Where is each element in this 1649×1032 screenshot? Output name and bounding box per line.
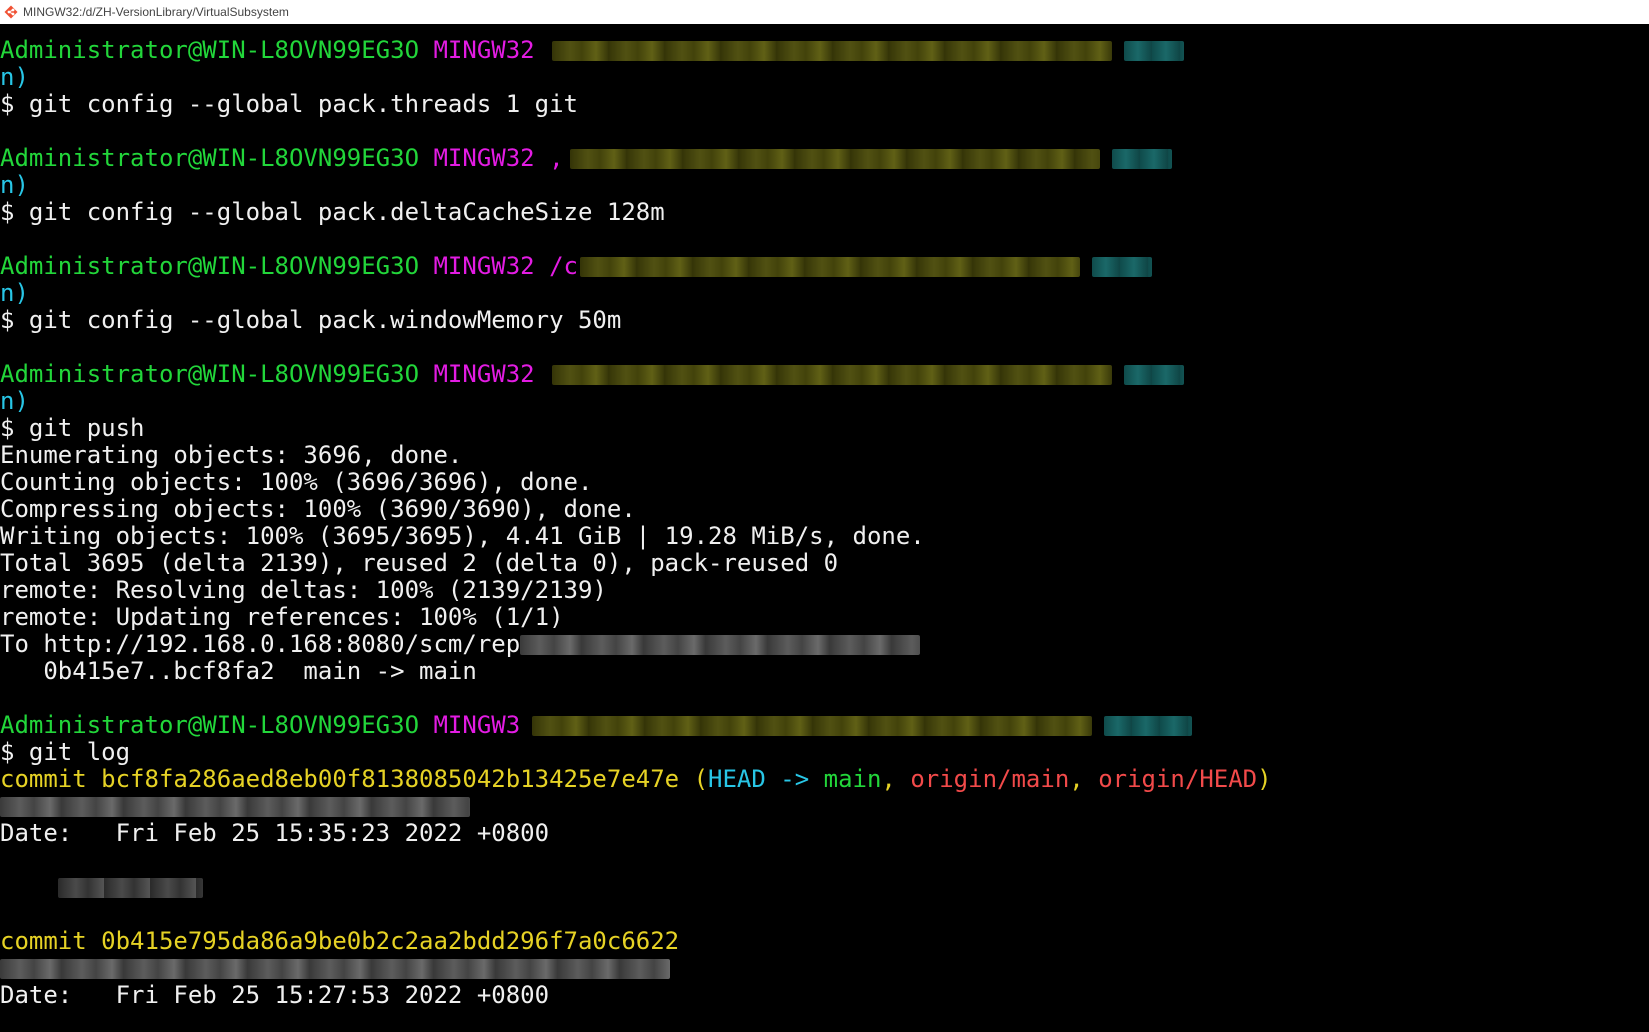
date-line: Date: Fri Feb 25 15:27:53 2022 +0800: [0, 981, 550, 1009]
prompt-user: Administrator@WIN-L8OVN99EG3O: [0, 252, 420, 280]
redacted-author: [0, 797, 470, 817]
push-remote-url: To http://192.168.0.168:8080/scm/rep: [0, 630, 521, 658]
branch-tail: n): [0, 279, 29, 307]
prompt-symbol: $: [0, 90, 15, 118]
title-bar[interactable]: MINGW32:/d/ZH-VersionLibrary/VirtualSubs…: [0, 0, 1649, 24]
prompt-line: Administrator@WIN-L8OVN99EG3O MINGW3: [0, 712, 1649, 739]
head-ref: HEAD ->: [708, 765, 824, 793]
redacted-path: [552, 41, 1113, 61]
command-text: git log: [28, 738, 131, 766]
redacted-branch: [1124, 41, 1185, 61]
branch-tail: n): [0, 171, 29, 199]
prompt-line: Administrator@WIN-L8OVN99EG3O MINGW32 /c: [0, 253, 1649, 280]
output-line: Total 3695 (delta 2139), reused 2 (delta…: [0, 549, 839, 577]
remote-ref: origin/main: [910, 765, 1070, 793]
command-line: $ git config --global pack.deltaCacheSiz…: [0, 199, 1649, 226]
redacted-branch: [1111, 149, 1172, 169]
prompt-env: MINGW32: [433, 36, 535, 64]
branch-tail: n): [0, 387, 29, 415]
redacted-branch: [1124, 365, 1185, 385]
redacted-url: [520, 635, 921, 655]
redacted-path: [569, 149, 1100, 169]
branch-ref: main: [823, 765, 882, 793]
prompt-env: MINGW32: [433, 144, 535, 172]
redacted-path: [580, 257, 1080, 277]
output-line: 0b415e7..bcf8fa2 main -> main: [0, 657, 477, 685]
commit-message-line: [0, 874, 1649, 901]
branch-tail: n): [0, 63, 29, 91]
prompt-line: Administrator@WIN-L8OVN99EG3O MINGW32: [0, 361, 1649, 388]
redacted-path: [552, 365, 1113, 385]
git-bash-icon: [4, 5, 18, 19]
redacted-branch: [1092, 257, 1152, 277]
redacted-message: [58, 878, 203, 898]
author-line: [0, 793, 1649, 820]
prompt-line: Administrator@WIN-L8OVN99EG3O MINGW32: [0, 37, 1649, 64]
prompt-symbol: $: [0, 738, 15, 766]
command-line: $ git log: [0, 739, 1649, 766]
redacted-branch: [1104, 716, 1193, 736]
author-line: [0, 955, 1649, 982]
output-line: Compressing objects: 100% (3690/3690), d…: [0, 495, 636, 523]
prompt-env: MINGW32: [433, 252, 535, 280]
commit-line: commit bcf8fa286aed8eb00f8138085042b1342…: [0, 765, 1272, 793]
prompt-symbol: $: [0, 306, 15, 334]
prompt-env: MINGW3: [433, 711, 521, 739]
command-text: git config --global pack.threads 1 git: [28, 90, 578, 118]
output-line: Writing objects: 100% (3695/3695), 4.41 …: [0, 522, 925, 550]
command-line: $ git push: [0, 415, 1649, 442]
command-line: $ git config --global pack.threads 1 git: [0, 91, 1649, 118]
date-line: Date: Fri Feb 25 15:35:23 2022 +0800: [0, 819, 550, 847]
prompt-user: Administrator@WIN-L8OVN99EG3O: [0, 144, 420, 172]
output-line: remote: Updating references: 100% (1/1): [0, 603, 564, 631]
remote-head-ref: origin/HEAD: [1098, 765, 1258, 793]
redacted-path: [532, 716, 1093, 736]
command-text: git config --global pack.deltaCacheSize …: [28, 198, 665, 226]
commit-hash: commit bcf8fa286aed8eb00f8138085042b1342…: [0, 765, 680, 793]
prompt-user: Administrator@WIN-L8OVN99EG3O: [0, 36, 420, 64]
prompt-symbol: $: [0, 414, 15, 442]
prompt-path-start: ,: [549, 144, 564, 172]
terminal-window: MINGW32:/d/ZH-VersionLibrary/VirtualSubs…: [0, 0, 1649, 1032]
output-line: Counting objects: 100% (3696/3696), done…: [0, 468, 593, 496]
command-text: git push: [28, 414, 145, 442]
output-line: remote: Resolving deltas: 100% (2139/213…: [0, 576, 607, 604]
prompt-line: Administrator@WIN-L8OVN99EG3O MINGW32 ,: [0, 145, 1649, 172]
prompt-symbol: $: [0, 198, 15, 226]
output-line: Enumerating objects: 3696, done.: [0, 441, 463, 469]
prompt-user: Administrator@WIN-L8OVN99EG3O: [0, 711, 420, 739]
window-title: MINGW32:/d/ZH-VersionLibrary/VirtualSubs…: [23, 5, 289, 19]
output-line: To http://192.168.0.168:8080/scm/rep: [0, 631, 1649, 658]
prompt-path-start: /c: [549, 252, 578, 280]
prompt-user: Administrator@WIN-L8OVN99EG3O: [0, 360, 420, 388]
redacted-author: [0, 959, 670, 979]
prompt-env: MINGW32: [433, 360, 535, 388]
command-line: $ git config --global pack.windowMemory …: [0, 307, 1649, 334]
command-text: git config --global pack.windowMemory 50…: [28, 306, 622, 334]
commit-hash: commit 0b415e795da86a9be0b2c2aa2bdd296f7…: [0, 927, 680, 955]
terminal-output[interactable]: Administrator@WIN-L8OVN99EG3O MINGW32 n)…: [0, 24, 1649, 1032]
